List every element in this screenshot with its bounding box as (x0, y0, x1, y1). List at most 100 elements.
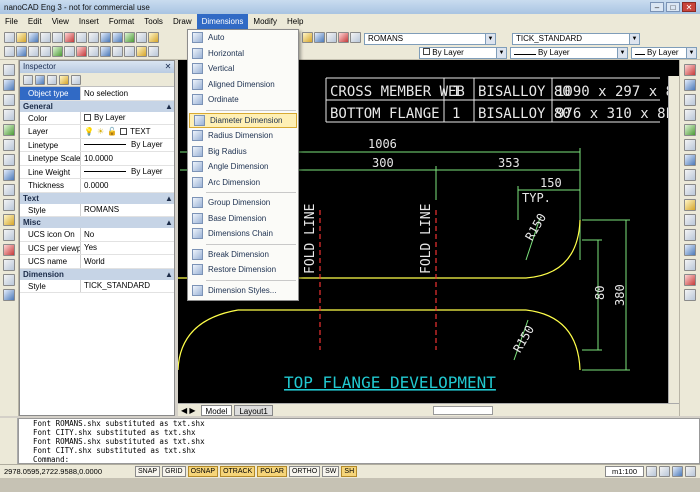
stretch-icon[interactable] (684, 184, 696, 196)
paste-icon[interactable] (88, 32, 99, 43)
menu-item-restore[interactable]: Restore Dimension (188, 262, 298, 278)
menu-item-radius[interactable]: Radius Dimension (188, 128, 298, 144)
horizontal-scrollbar[interactable] (432, 405, 493, 415)
hatch-tool-icon[interactable] (3, 244, 15, 256)
lineweight-select[interactable]: By Layer ▼ (631, 47, 697, 59)
zoom-extents-icon[interactable] (672, 466, 683, 477)
new-file-icon[interactable] (4, 32, 15, 43)
dim-style-row[interactable]: Style TICK_STANDARD (20, 279, 174, 293)
text-style-select[interactable]: ROMANS ▼ (364, 33, 496, 45)
section-dimension[interactable]: Dimension ▲ (20, 268, 174, 280)
menu-item-aligned[interactable]: Aligned Dimension (188, 77, 298, 93)
toggle-snap[interactable]: SNAP (135, 466, 161, 477)
menu-item-vertical[interactable]: Vertical (188, 61, 298, 77)
sort-icon[interactable] (23, 74, 33, 85)
thickness-row[interactable]: Thickness 0.0000 (20, 179, 174, 193)
toggle-ortho[interactable]: ORTHO (288, 466, 321, 477)
ellipse-icon[interactable] (3, 199, 15, 211)
move-tool-icon[interactable] (684, 139, 696, 151)
close-icon[interactable]: ✕ (162, 61, 174, 73)
explode-icon[interactable] (684, 274, 696, 286)
line-tool-icon[interactable] (3, 79, 15, 91)
hatch-icon[interactable] (64, 46, 75, 57)
close-icon[interactable]: ✕ (682, 2, 696, 12)
mirror-tool-icon[interactable] (684, 94, 696, 106)
toggle-sh[interactable]: SH (341, 466, 358, 477)
menu-item-horizontal[interactable]: Horizontal (188, 46, 298, 62)
table-tool-icon[interactable] (3, 274, 15, 286)
rotate-icon[interactable] (100, 46, 111, 57)
polyline-icon[interactable] (16, 46, 27, 57)
markup-icon[interactable] (338, 32, 349, 43)
chamfer-icon[interactable] (684, 244, 696, 256)
line-icon[interactable] (4, 46, 15, 57)
zoom-out-icon[interactable] (659, 466, 670, 477)
tab-nav-icons[interactable]: ◀ ▶ (178, 406, 199, 415)
table-style-icon[interactable] (326, 32, 337, 43)
polyline-tool-icon[interactable] (3, 109, 15, 121)
collapse-icon[interactable]: ▲ (164, 217, 174, 228)
move-icon[interactable] (88, 46, 99, 57)
pan-icon[interactable] (124, 32, 135, 43)
linetype-scale-row[interactable]: Linetype Scale 10.0000 (20, 152, 174, 166)
rectangle-tool-icon[interactable] (3, 139, 15, 151)
insert-block-icon[interactable] (3, 214, 15, 226)
layer-row[interactable]: Layer 💡 ☀ 🔓 TEXT (20, 125, 174, 139)
pick-object-icon[interactable] (59, 74, 69, 85)
mirror-icon[interactable] (112, 46, 123, 57)
region-icon[interactable] (3, 259, 15, 271)
extend-icon[interactable] (684, 214, 696, 226)
layer-icon[interactable] (136, 46, 147, 57)
ucs-per-viewport-row[interactable]: UCS per viewport Yes (20, 241, 174, 255)
menu-help[interactable]: Help (282, 14, 308, 29)
collapse-icon[interactable]: ▲ (164, 193, 174, 204)
pan-tool-icon[interactable] (685, 466, 696, 477)
polygon-icon[interactable] (3, 124, 15, 136)
object-type-row[interactable]: Object type No selection (20, 87, 174, 101)
dim-style-select[interactable]: TICK_STANDARD ▼ (512, 33, 640, 45)
menu-modify[interactable]: Modify (248, 14, 282, 29)
menu-view[interactable]: View (47, 14, 74, 29)
command-window[interactable]: Font ROMANS.shx substituted as txt.shx F… (18, 418, 700, 464)
quick-select-icon[interactable] (47, 74, 57, 85)
collapse-icon[interactable]: ▲ (164, 269, 174, 280)
menu-insert[interactable]: Insert (74, 14, 104, 29)
tab-layout1[interactable]: Layout1 (234, 404, 273, 416)
copy-tool-icon[interactable] (684, 79, 696, 91)
toggle-otrack[interactable]: OTRACK (220, 466, 256, 477)
linetype-row[interactable]: Linetype By Layer (20, 138, 174, 152)
arc-tool-icon[interactable] (3, 154, 15, 166)
trim-icon[interactable] (148, 46, 159, 57)
fillet-icon[interactable] (684, 259, 696, 271)
copy-icon[interactable] (76, 32, 87, 43)
section-text[interactable]: Text ▲ (20, 192, 174, 204)
join-icon[interactable] (684, 289, 696, 301)
color-row[interactable]: Color By Layer (20, 111, 174, 125)
print-icon[interactable] (40, 32, 51, 43)
menu-dimensions[interactable]: Dimensions (196, 14, 249, 29)
menu-draw[interactable]: Draw (168, 14, 197, 29)
toggle-sw[interactable]: SW (322, 466, 340, 477)
maximize-icon[interactable]: □ (666, 2, 680, 12)
zoom-icon[interactable] (136, 32, 147, 43)
text-tool-icon[interactable] (3, 289, 15, 301)
menu-item-ordinate[interactable]: Ordinate (188, 92, 298, 108)
rotate-tool-icon[interactable] (684, 154, 696, 166)
print-preview-icon[interactable] (52, 32, 63, 43)
menu-file[interactable]: File (0, 14, 23, 29)
offset-icon[interactable] (124, 46, 135, 57)
toggle-polar[interactable]: POLAR (257, 466, 287, 477)
menu-item-auto[interactable]: Auto (188, 30, 298, 46)
collapse-icon[interactable]: ▲ (164, 101, 174, 112)
scale-icon[interactable] (684, 169, 696, 181)
menu-item-big-radius[interactable]: Big Radius (188, 144, 298, 160)
spline-icon[interactable] (3, 184, 15, 196)
menu-item-group[interactable]: Group Dimension (188, 195, 298, 211)
command-prompt[interactable]: Command: (33, 455, 699, 464)
linetype-select[interactable]: By Layer ▼ (510, 47, 628, 59)
menu-item-arc[interactable]: Arc Dimension (188, 175, 298, 191)
menu-item-dim-styles[interactable]: Dimension Styles... (188, 283, 298, 299)
array-icon[interactable] (684, 124, 696, 136)
color-select[interactable]: By Layer ▼ (419, 47, 507, 59)
offset-tool-icon[interactable] (684, 109, 696, 121)
